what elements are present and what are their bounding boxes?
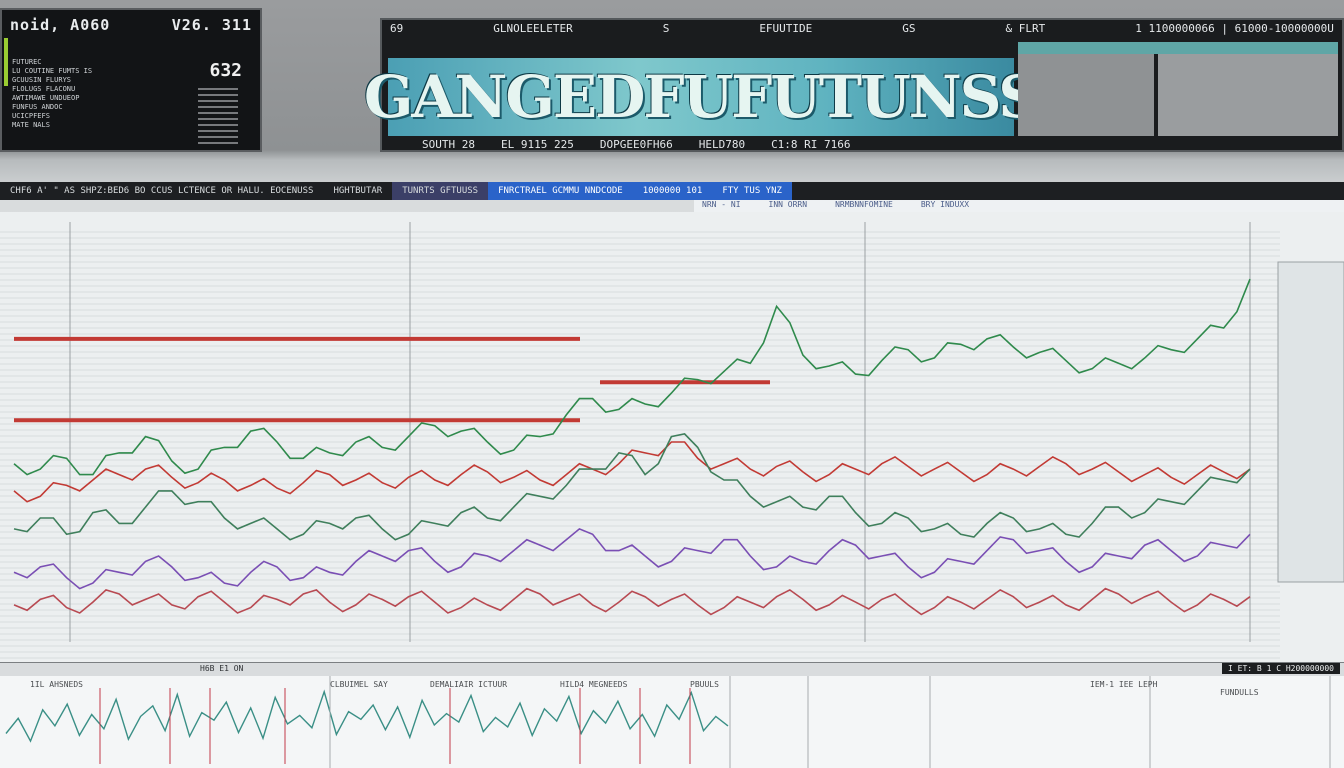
ticker-row: LU COUTINE FUMTS IS — [12, 67, 93, 75]
banner-top-right: 1 1100000066 | 61000-10000000U — [1135, 22, 1334, 35]
banner-top-text: EFUUTIDE — [759, 22, 813, 35]
oscillator-label: HILD4 MEGNEEDS — [560, 680, 628, 689]
oscillator-label: FUNDULLS — [1220, 688, 1259, 697]
price-scale — [1277, 261, 1344, 583]
banner-top-text: GS — [902, 22, 916, 35]
banner-display: 69 GLNOLEELETER S EFUUTIDE GS & FLRT 1 1… — [364, 18, 1344, 152]
bottom-bar: H6B E1 ON I ET: B 1 C H200000000 — [0, 662, 1344, 677]
banner-bottom-text: C1:8 RI 7166 — [771, 138, 851, 151]
oscillator-label: CLBUIMEL SAY — [330, 680, 388, 689]
oscillator-panel[interactable]: 1IL AHSNEDS CLBUIMEL SAY DEMALIAIR ICTUU… — [0, 676, 1344, 768]
strip-segment: TUNRTS GFTUUSS — [392, 182, 489, 200]
banner-title: GANGEDFUFUTUNSS — [364, 58, 1040, 136]
oscillator-label: PBUULS — [690, 680, 719, 689]
strip-segment: 1000000 101 — [632, 182, 713, 200]
strip-segment: FNRCTRAEL GCMMU NNDCODE — [488, 182, 633, 200]
strip-segment: CHF6 A' " AS SHPZ:BED6 BO CCUS LCTENCE O… — [10, 186, 314, 196]
banner-bottom-text: HELD780 — [698, 138, 746, 151]
banner-teal-bar — [1018, 42, 1338, 54]
oscillator-label: DEMALIAIR ICTUUR — [430, 680, 508, 689]
banner-bottom-text: EL 9115 225 — [500, 138, 574, 151]
sub-strip-text: BRY INDUXX — [920, 200, 970, 209]
sub-strip-text: INN ORRN — [768, 200, 808, 209]
ticker-row: FUNFUS ANDOC — [12, 103, 63, 111]
ticker-row: FLOLUGS FLACONU — [12, 85, 76, 93]
banner-panel — [1158, 42, 1338, 136]
oscillator-label: 1IL AHSNEDS — [30, 680, 83, 689]
ticker-row: UCICPFEFS — [12, 112, 50, 120]
banner-bottom-text: SOUTH 28 — [422, 138, 475, 151]
banner-bottom-text: DOPGEE0FH66 — [599, 138, 673, 151]
sub-strip: NRN - NI INN ORRN NRMBNNFOMINE BRY INDUX… — [694, 200, 1344, 212]
banner-top-text: S — [662, 22, 670, 35]
ticker-display: noid, A060 V26. 311 FUTUREC LU COUTINE F… — [0, 8, 262, 152]
ticker-rows: FUTUREC LU COUTINE FUMTS IS GCUUSIN FLUR… — [12, 58, 172, 130]
status-strip: CHF6 A' " AS SHPZ:BED6 BO CCUS LCTENCE O… — [0, 182, 1344, 200]
strip-segment: HGHTBUTAR — [333, 186, 383, 196]
oscillator-label: IEM-1 IEE LEPH — [1090, 680, 1158, 689]
bottom-label-right: I ET: B 1 C H200000000 — [1222, 663, 1340, 674]
ticker-big-value: 632 — [209, 60, 242, 81]
ticker-header: noid, A060 V26. 311 — [10, 16, 252, 34]
ticker-row: MATE NALS — [12, 121, 50, 129]
strip-segment: FTY TUS YNZ — [712, 182, 792, 200]
main-chart-svg[interactable] — [0, 212, 1344, 662]
ticker-left-text: noid, A060 — [10, 16, 111, 34]
ticker-row: FUTUREC — [12, 58, 42, 66]
banner-top-text: 69 — [390, 22, 404, 35]
banner-bottom-line: SOUTH 28 EL 9115 225 DOPGEE0FH66 HELD780… — [422, 138, 1202, 152]
ticker-vertical-scale — [198, 88, 238, 146]
bottom-label-left: H6B E1 ON — [200, 664, 244, 673]
ticker-right-text: V26. 311 — [171, 16, 252, 34]
banner-panel — [1018, 42, 1154, 136]
ticker-accent-bar — [4, 38, 8, 86]
sub-strip-text: NRMBNNFOMINE — [835, 200, 893, 209]
sub-strip-text: NRN - NI — [702, 200, 741, 209]
banner-top-text: & FLRT — [1005, 22, 1046, 35]
ticker-row: GCUUSIN FLURYS — [12, 76, 72, 84]
oscillator-svg[interactable] — [0, 676, 1344, 768]
ticker-row: AWTIMAWE UNDUEOP — [12, 94, 80, 102]
oscillator-line[interactable] — [5, 689, 729, 743]
banner-top-line: 69 GLNOLEELETER S EFUUTIDE GS & FLRT 1 1… — [390, 22, 1334, 38]
main-chart[interactable] — [0, 212, 1344, 662]
banner-top-text: GLNOLEELETER — [493, 22, 573, 35]
